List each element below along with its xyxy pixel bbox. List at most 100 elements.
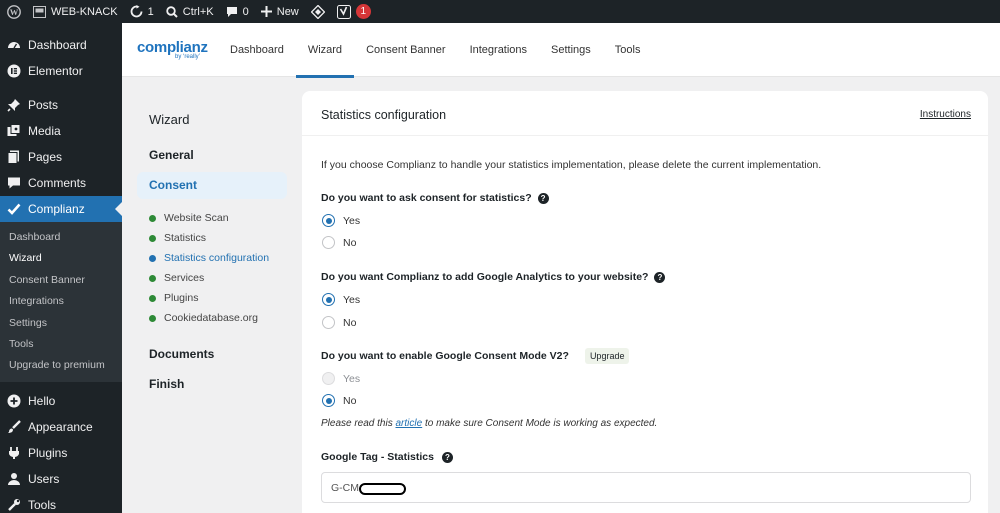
tab-integrations[interactable]: Integrations <box>458 23 539 77</box>
comment-icon <box>7 176 21 190</box>
submenu-upgrade[interactable]: Upgrade to premium <box>0 355 122 376</box>
help-icon[interactable]: ? <box>654 271 666 283</box>
updates-link[interactable]: 1 <box>124 0 160 23</box>
tab-consent-banner[interactable]: Consent Banner <box>354 23 458 77</box>
menu-comments[interactable]: Comments <box>0 170 122 196</box>
current-dot-icon <box>149 254 156 262</box>
menu-hello[interactable]: Hello <box>0 388 122 414</box>
menu-plugins[interactable]: Plugins <box>0 440 122 466</box>
help-icon[interactable]: ? <box>442 451 453 463</box>
q2-option-yes[interactable]: Yes <box>322 293 360 306</box>
tab-dashboard[interactable]: Dashboard <box>218 23 296 77</box>
menu-users[interactable]: Users <box>0 466 122 492</box>
site-name-link[interactable]: WEB-KNACK <box>27 0 124 23</box>
radio-no[interactable] <box>322 236 335 249</box>
tab-wizard[interactable]: Wizard <box>295 23 355 78</box>
consent-mode-note: Please read this article to make sure Co… <box>321 418 657 429</box>
note-text: to make sure Consent Mode is working as … <box>422 418 658 429</box>
menu-elementor[interactable]: Elementor <box>0 58 122 84</box>
radio-yes[interactable] <box>322 214 335 227</box>
completed-dot-icon <box>149 274 156 282</box>
option-label: Yes <box>343 372 361 385</box>
site-name: WEB-KNACK <box>51 5 118 18</box>
submenu-integrations[interactable]: Integrations <box>0 291 122 312</box>
complianz-logo[interactable]: complianz by ‘really’ <box>122 23 222 77</box>
q3-option-no[interactable]: No <box>322 394 356 407</box>
step-cookiedatabase[interactable]: Cookiedatabase.org <box>137 308 287 328</box>
q1-option-no[interactable]: No <box>322 236 356 249</box>
menu-dashboard[interactable]: Dashboard <box>0 32 122 58</box>
menu-pages[interactable]: Pages <box>0 144 122 170</box>
google-tag-input[interactable] <box>321 472 971 503</box>
comments-link[interactable]: 0 <box>220 0 255 23</box>
redaction-mark <box>359 483 406 495</box>
note-text: Please read this <box>321 418 396 429</box>
menu-appearance[interactable]: Appearance <box>0 414 122 440</box>
wizard-menu: Wizard General Consent Website Scan Stat… <box>137 98 287 391</box>
q1-option-yes[interactable]: Yes <box>322 214 360 227</box>
step-services[interactable]: Services <box>137 268 287 288</box>
wrench-icon <box>7 498 21 512</box>
question-google-analytics: Do you want Complianz to add Google Anal… <box>321 271 666 283</box>
panel-title: Statistics configuration <box>321 108 447 122</box>
article-link[interactable]: article <box>396 418 423 429</box>
consent-steps: Website Scan Statistics Statistics confi… <box>137 208 287 328</box>
new-label: New <box>276 5 299 18</box>
plugin-diamond-link[interactable] <box>305 0 331 23</box>
submenu-dashboard[interactable]: Dashboard <box>0 227 122 248</box>
admin-menu: Dashboard Elementor Posts Media Pages Co… <box>0 23 122 513</box>
radio-yes[interactable] <box>322 372 335 385</box>
menu-media[interactable]: Media <box>0 118 122 144</box>
question-label: Do you want to enable Google Consent Mod… <box>321 350 569 362</box>
menu-label: Media <box>28 124 61 138</box>
menu-label: Elementor <box>28 64 83 78</box>
new-content-link[interactable]: New <box>255 0 305 23</box>
wordpress-logo-button[interactable]: W <box>0 0 27 23</box>
complianz-submenu: Dashboard Wizard Consent Banner Integrat… <box>0 222 122 382</box>
search-shortcut: Ctrl+K <box>182 5 214 18</box>
completed-dot-icon <box>149 214 156 222</box>
step-label: Plugins <box>164 292 199 304</box>
radio-no[interactable] <box>322 394 335 407</box>
option-label: No <box>343 394 357 407</box>
submenu-tools[interactable]: Tools <box>0 334 122 355</box>
help-icon[interactable]: ? <box>537 192 549 204</box>
svg-text:W: W <box>10 7 19 17</box>
step-label: Statistics configuration <box>164 252 270 264</box>
tab-tools[interactable]: Tools <box>603 23 653 77</box>
step-plugins[interactable]: Plugins <box>137 288 287 308</box>
statistics-configuration-panel: Statistics configuration Instructions If… <box>302 91 988 513</box>
submenu-wizard[interactable]: Wizard <box>0 248 122 269</box>
media-icon <box>7 124 21 138</box>
q2-option-no[interactable]: No <box>322 316 356 329</box>
radio-no[interactable] <box>322 316 335 329</box>
wizard-section-documents[interactable]: Documents <box>137 347 287 361</box>
q3-option-yes[interactable]: Yes <box>322 372 360 385</box>
google-tag-label: Google Tag - Statistics ? <box>321 451 453 463</box>
menu-tools[interactable]: Tools <box>0 492 122 513</box>
step-website-scan[interactable]: Website Scan <box>137 208 287 228</box>
command-search[interactable]: Ctrl+K <box>160 0 220 23</box>
menu-posts[interactable]: Posts <box>0 92 122 118</box>
admin-bar: W WEB-KNACK 1 Ctrl+K 0 New 1 <box>0 0 1000 23</box>
wizard-section-finish[interactable]: Finish <box>137 377 287 391</box>
comment-icon <box>226 6 237 17</box>
step-statistics-configuration[interactable]: Statistics configuration <box>137 248 287 268</box>
wizard-section-consent[interactable]: Consent <box>137 172 287 199</box>
instructions-link[interactable]: Instructions <box>920 109 971 120</box>
yoast-seo-link[interactable]: 1 <box>331 0 377 23</box>
completed-dot-icon <box>149 234 156 242</box>
menu-complianz[interactable]: Complianz <box>0 196 122 222</box>
upgrade-badge[interactable]: Upgrade <box>584 348 630 364</box>
menu-label: Appearance <box>28 419 93 434</box>
step-statistics[interactable]: Statistics <box>137 228 287 248</box>
menu-label: Plugins <box>28 445 68 460</box>
radio-yes[interactable] <box>322 293 335 306</box>
option-label: No <box>343 236 357 249</box>
submenu-consent-banner[interactable]: Consent Banner <box>0 270 122 291</box>
submenu-settings[interactable]: Settings <box>0 313 122 334</box>
wizard-section-general[interactable]: General <box>137 148 287 162</box>
tab-settings[interactable]: Settings <box>539 23 603 77</box>
menu-label: Hello <box>28 393 56 408</box>
complianz-header: complianz by ‘really’ Dashboard Wizard C… <box>122 23 1000 78</box>
